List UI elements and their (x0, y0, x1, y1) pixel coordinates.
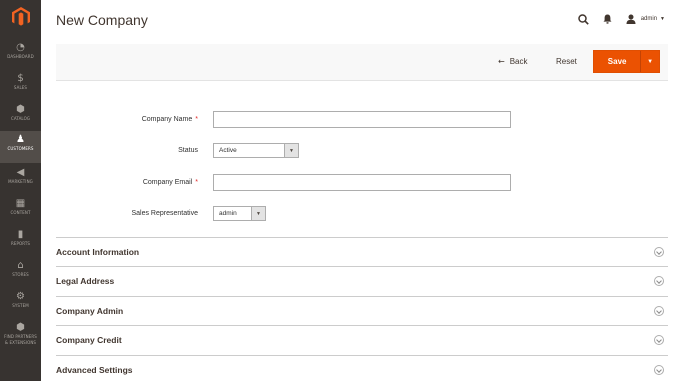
gear-icon: ⚙ (16, 291, 25, 302)
sidebar-item-label: CONTENT (10, 210, 31, 215)
chevron-down-icon: ▼ (251, 207, 265, 220)
sidebar-item-system[interactable]: ⚙ SYSTEM (0, 288, 41, 318)
sidebar-item-label: CATALOG (10, 116, 31, 121)
section-title: Legal Address (56, 276, 115, 286)
sidebar-item-find-partners[interactable]: ⬢ FIND PARTNERS & EXTENSIONS (0, 319, 41, 353)
arrow-left-icon: ← (498, 57, 505, 66)
megaphone-icon: ◀ (16, 167, 25, 178)
section-title: Company Admin (56, 306, 124, 316)
header-actions: admin ▼ (577, 10, 665, 28)
user-name: admin (640, 16, 658, 22)
back-button-label: Back (509, 57, 528, 66)
sidebar-item-dashboard[interactable]: ◔ DASHBOARD (0, 39, 41, 69)
dashboard-icon: ◔ (16, 42, 25, 53)
status-select-value: Active (219, 147, 237, 154)
sales-representative-label: Sales Representative (48, 210, 198, 217)
required-marker: * (195, 116, 198, 123)
sales-representative-value: admin (219, 210, 237, 217)
sidebar-item-customers[interactable]: ♟ CUSTOMERS (0, 131, 41, 163)
section-company-credit[interactable]: Company Credit (56, 325, 668, 354)
section-legal-address[interactable]: Legal Address (56, 266, 668, 295)
sidebar-item-marketing[interactable]: ◀ MARKETING (0, 164, 41, 194)
expand-circle-icon (654, 335, 664, 345)
sales-representative-label-text: Sales Representative (131, 210, 198, 217)
sidebar-item-label: DASHBOARD (7, 54, 34, 59)
section-advanced-settings[interactable]: Advanced Settings (56, 355, 668, 381)
expand-circle-icon (654, 306, 664, 316)
admin-sidebar: ◔ DASHBOARD $ SALES ⬢ CATALOG ♟ CUSTOMER… (0, 0, 41, 381)
cube-icon: ⬢ (16, 104, 25, 115)
extensions-icon: ⬢ (16, 322, 25, 333)
bar-chart-icon: ▮ (17, 229, 24, 240)
dollar-icon: $ (17, 73, 24, 84)
save-button[interactable]: Save (594, 51, 640, 72)
section-company-admin[interactable]: Company Admin (56, 296, 668, 325)
company-email-input[interactable] (213, 174, 511, 191)
sidebar-item-sales[interactable]: $ SALES (0, 70, 41, 100)
search-icon (577, 13, 589, 25)
back-button[interactable]: ← Back (498, 57, 528, 66)
expand-circle-icon (654, 365, 664, 375)
chevron-down-icon: ▼ (660, 16, 665, 22)
section-title: Company Credit (56, 335, 122, 345)
person-icon: ♟ (16, 134, 25, 145)
sidebar-item-label: & EXTENSIONS (4, 340, 37, 345)
save-split-button: Save ▼ (593, 50, 660, 73)
required-marker: * (195, 179, 198, 186)
company-email-label-text: Company Email (142, 179, 193, 186)
chevron-down-icon: ▼ (284, 144, 298, 157)
sidebar-item-label: REPORTS (10, 241, 31, 246)
page-actions-toolbar: ← Back Reset Save ▼ (56, 44, 668, 81)
section-account-information[interactable]: Account Information (56, 237, 668, 266)
section-title: Advanced Settings (56, 365, 133, 375)
sidebar-item-label: SALES (13, 85, 28, 90)
user-icon (626, 14, 636, 24)
global-search-button[interactable] (577, 13, 589, 25)
save-options-toggle[interactable]: ▼ (640, 51, 659, 72)
sidebar-item-label: STORES (12, 272, 29, 277)
sidebar-item-label: CUSTOMERS (7, 146, 34, 151)
status-label: Status (48, 147, 198, 154)
sidebar-item-label: SYSTEM (12, 303, 29, 308)
reset-button[interactable]: Reset (556, 57, 577, 66)
company-name-input[interactable] (213, 111, 511, 128)
sidebar-item-catalog[interactable]: ⬢ CATALOG (0, 101, 41, 131)
user-menu-button[interactable]: admin ▼ (626, 14, 665, 24)
magento-logo-icon (11, 7, 30, 26)
notifications-button[interactable] (603, 14, 612, 24)
magento-logo[interactable] (0, 0, 41, 34)
company-name-label-text: Company Name (141, 116, 193, 123)
sidebar-item-stores[interactable]: ⌂ STORES (0, 257, 41, 287)
page-title: New Company (56, 12, 148, 28)
section-title: Account Information (56, 247, 140, 257)
expand-circle-icon (654, 247, 664, 257)
company-name-label: Company Name * (48, 116, 198, 123)
company-email-label: Company Email * (48, 179, 198, 186)
sales-representative-select[interactable]: admin ▼ (213, 206, 266, 221)
sidebar-item-label: MARKETING (8, 179, 33, 184)
expand-circle-icon (654, 276, 664, 286)
app-root: ◔ DASHBOARD $ SALES ⬢ CATALOG ♟ CUSTOMER… (0, 0, 679, 381)
status-select[interactable]: Active ▼ (213, 143, 299, 158)
sidebar-item-reports[interactable]: ▮ REPORTS (0, 226, 41, 256)
layout-icon: ▦ (15, 198, 26, 209)
bell-icon (603, 14, 612, 24)
storefront-icon: ⌂ (17, 260, 24, 271)
status-label-text: Status (178, 147, 198, 154)
sidebar-item-content[interactable]: ▦ CONTENT (0, 195, 41, 225)
chevron-down-icon: ▼ (647, 58, 654, 65)
